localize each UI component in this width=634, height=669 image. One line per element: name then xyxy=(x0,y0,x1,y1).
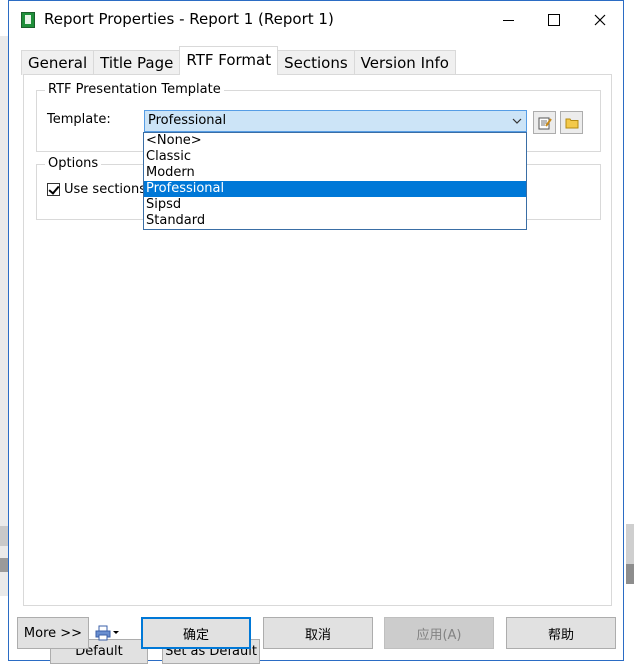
template-option-selected[interactable]: Professional xyxy=(144,181,526,197)
cancel-button[interactable]: 取消 xyxy=(263,617,373,649)
close-icon xyxy=(594,14,606,26)
ok-button[interactable]: 确定 xyxy=(141,617,251,649)
edit-template-button[interactable] xyxy=(533,111,556,134)
tab-general[interactable]: General xyxy=(21,50,95,75)
template-option[interactable]: Modern xyxy=(144,165,526,181)
chevron-down-icon xyxy=(113,631,119,634)
help-button[interactable]: 帮助 xyxy=(506,617,616,649)
template-combobox[interactable]: Professional xyxy=(144,110,527,132)
report-icon xyxy=(21,12,35,28)
chevron-down-icon[interactable] xyxy=(512,112,522,133)
template-option[interactable]: Standard xyxy=(144,213,526,229)
use-sections-checkbox[interactable] xyxy=(47,183,60,196)
browse-template-button[interactable] xyxy=(560,111,583,134)
template-option[interactable]: Classic xyxy=(144,149,526,165)
use-sections-label: Use sections xyxy=(64,182,147,197)
desktop-edge-left xyxy=(0,36,8,596)
title-bar[interactable]: Report Properties - Report 1 (Report 1) xyxy=(9,1,623,39)
use-sections-row[interactable]: Use sections xyxy=(47,182,146,197)
tab-sections[interactable]: Sections xyxy=(277,50,355,75)
apply-button: 应用(A) xyxy=(384,617,494,649)
options-group-label: Options xyxy=(45,156,102,171)
print-icon xyxy=(95,625,111,641)
maximize-icon xyxy=(548,14,560,26)
tab-rtf-format[interactable]: RTF Format xyxy=(179,46,279,75)
template-option[interactable]: Sipsd xyxy=(144,197,526,213)
maximize-button[interactable] xyxy=(531,1,577,39)
window-title: Report Properties - Report 1 (Report 1) xyxy=(44,10,334,28)
print-menu-button[interactable] xyxy=(95,625,125,641)
template-dropdown-list[interactable]: <None> Classic Modern Professional Sipsd… xyxy=(143,132,527,230)
template-label: Template: xyxy=(47,112,111,127)
more-button[interactable]: More >> xyxy=(17,617,89,649)
edit-template-icon xyxy=(538,117,552,129)
close-button[interactable] xyxy=(577,1,623,39)
tab-title-page[interactable]: Title Page xyxy=(93,50,181,75)
tab-version-info[interactable]: Version Info xyxy=(353,50,456,75)
template-option[interactable]: <None> xyxy=(144,133,526,149)
minimize-icon xyxy=(502,19,514,21)
report-properties-dialog: Report Properties - Report 1 (Report 1) … xyxy=(8,0,624,664)
folder-icon xyxy=(565,118,578,128)
desktop-edge-right xyxy=(626,524,634,584)
minimize-button[interactable] xyxy=(485,1,531,39)
tab-strip: General Title Page RTF Format Sections V… xyxy=(21,46,456,75)
rtf-group-label: RTF Presentation Template xyxy=(45,82,224,97)
template-value: Professional xyxy=(148,113,227,128)
